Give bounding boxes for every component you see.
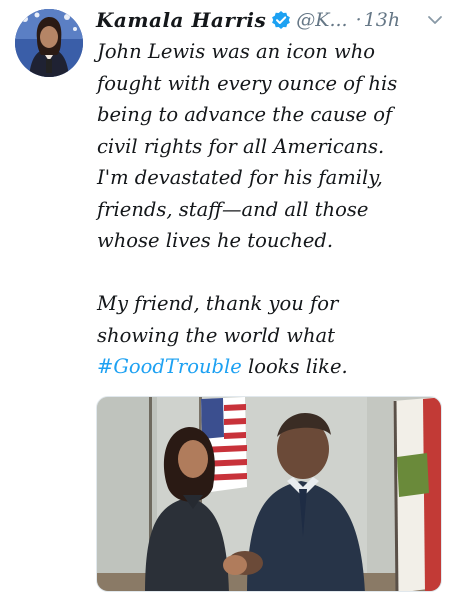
photo-illustration <box>97 397 441 591</box>
tweet-text-line: friends, staff—and all those <box>97 197 369 221</box>
tweet-text-line: whose lives he touched. <box>97 229 334 252</box>
verified-badge-icon <box>271 10 291 30</box>
tweet-header: Kamala Harris @K... · 13h <box>96 6 450 34</box>
tweet-text-line: being to advance the cause of <box>97 103 393 126</box>
chevron-down-icon[interactable] <box>426 11 444 29</box>
tweet-text-line: civil rights for all Americans. <box>97 134 385 158</box>
tweet[interactable]: Kamala Harris @K... · 13h John Lewis was… <box>0 0 458 600</box>
author-handle[interactable]: @K... <box>296 9 347 31</box>
tweet-text-line: My friend, thank you for <box>97 292 339 315</box>
avatar-photo <box>15 9 83 77</box>
header-separator: · <box>355 9 362 31</box>
tweet-text-fragment: looks like. <box>241 355 348 378</box>
tweet-text-line: John Lewis was an icon who <box>97 40 376 63</box>
avatar[interactable] <box>15 9 83 77</box>
author-name[interactable]: Kamala Harris <box>96 8 266 32</box>
tweet-photo[interactable] <box>96 396 442 592</box>
hashtag-link[interactable]: #GoodTrouble <box>97 355 242 378</box>
tweet-text-line: #GoodTrouble looks like. <box>97 351 452 383</box>
tweet-text-line: fought with every ounce of his <box>97 71 398 95</box>
tweet-text-line: showing the world what <box>97 323 335 347</box>
tweet-text-line: I'm devastated for his family, <box>97 166 383 189</box>
tweet-text: John Lewis was an icon who fought with e… <box>97 36 452 383</box>
tweet-timestamp[interactable]: 13h <box>364 9 400 31</box>
